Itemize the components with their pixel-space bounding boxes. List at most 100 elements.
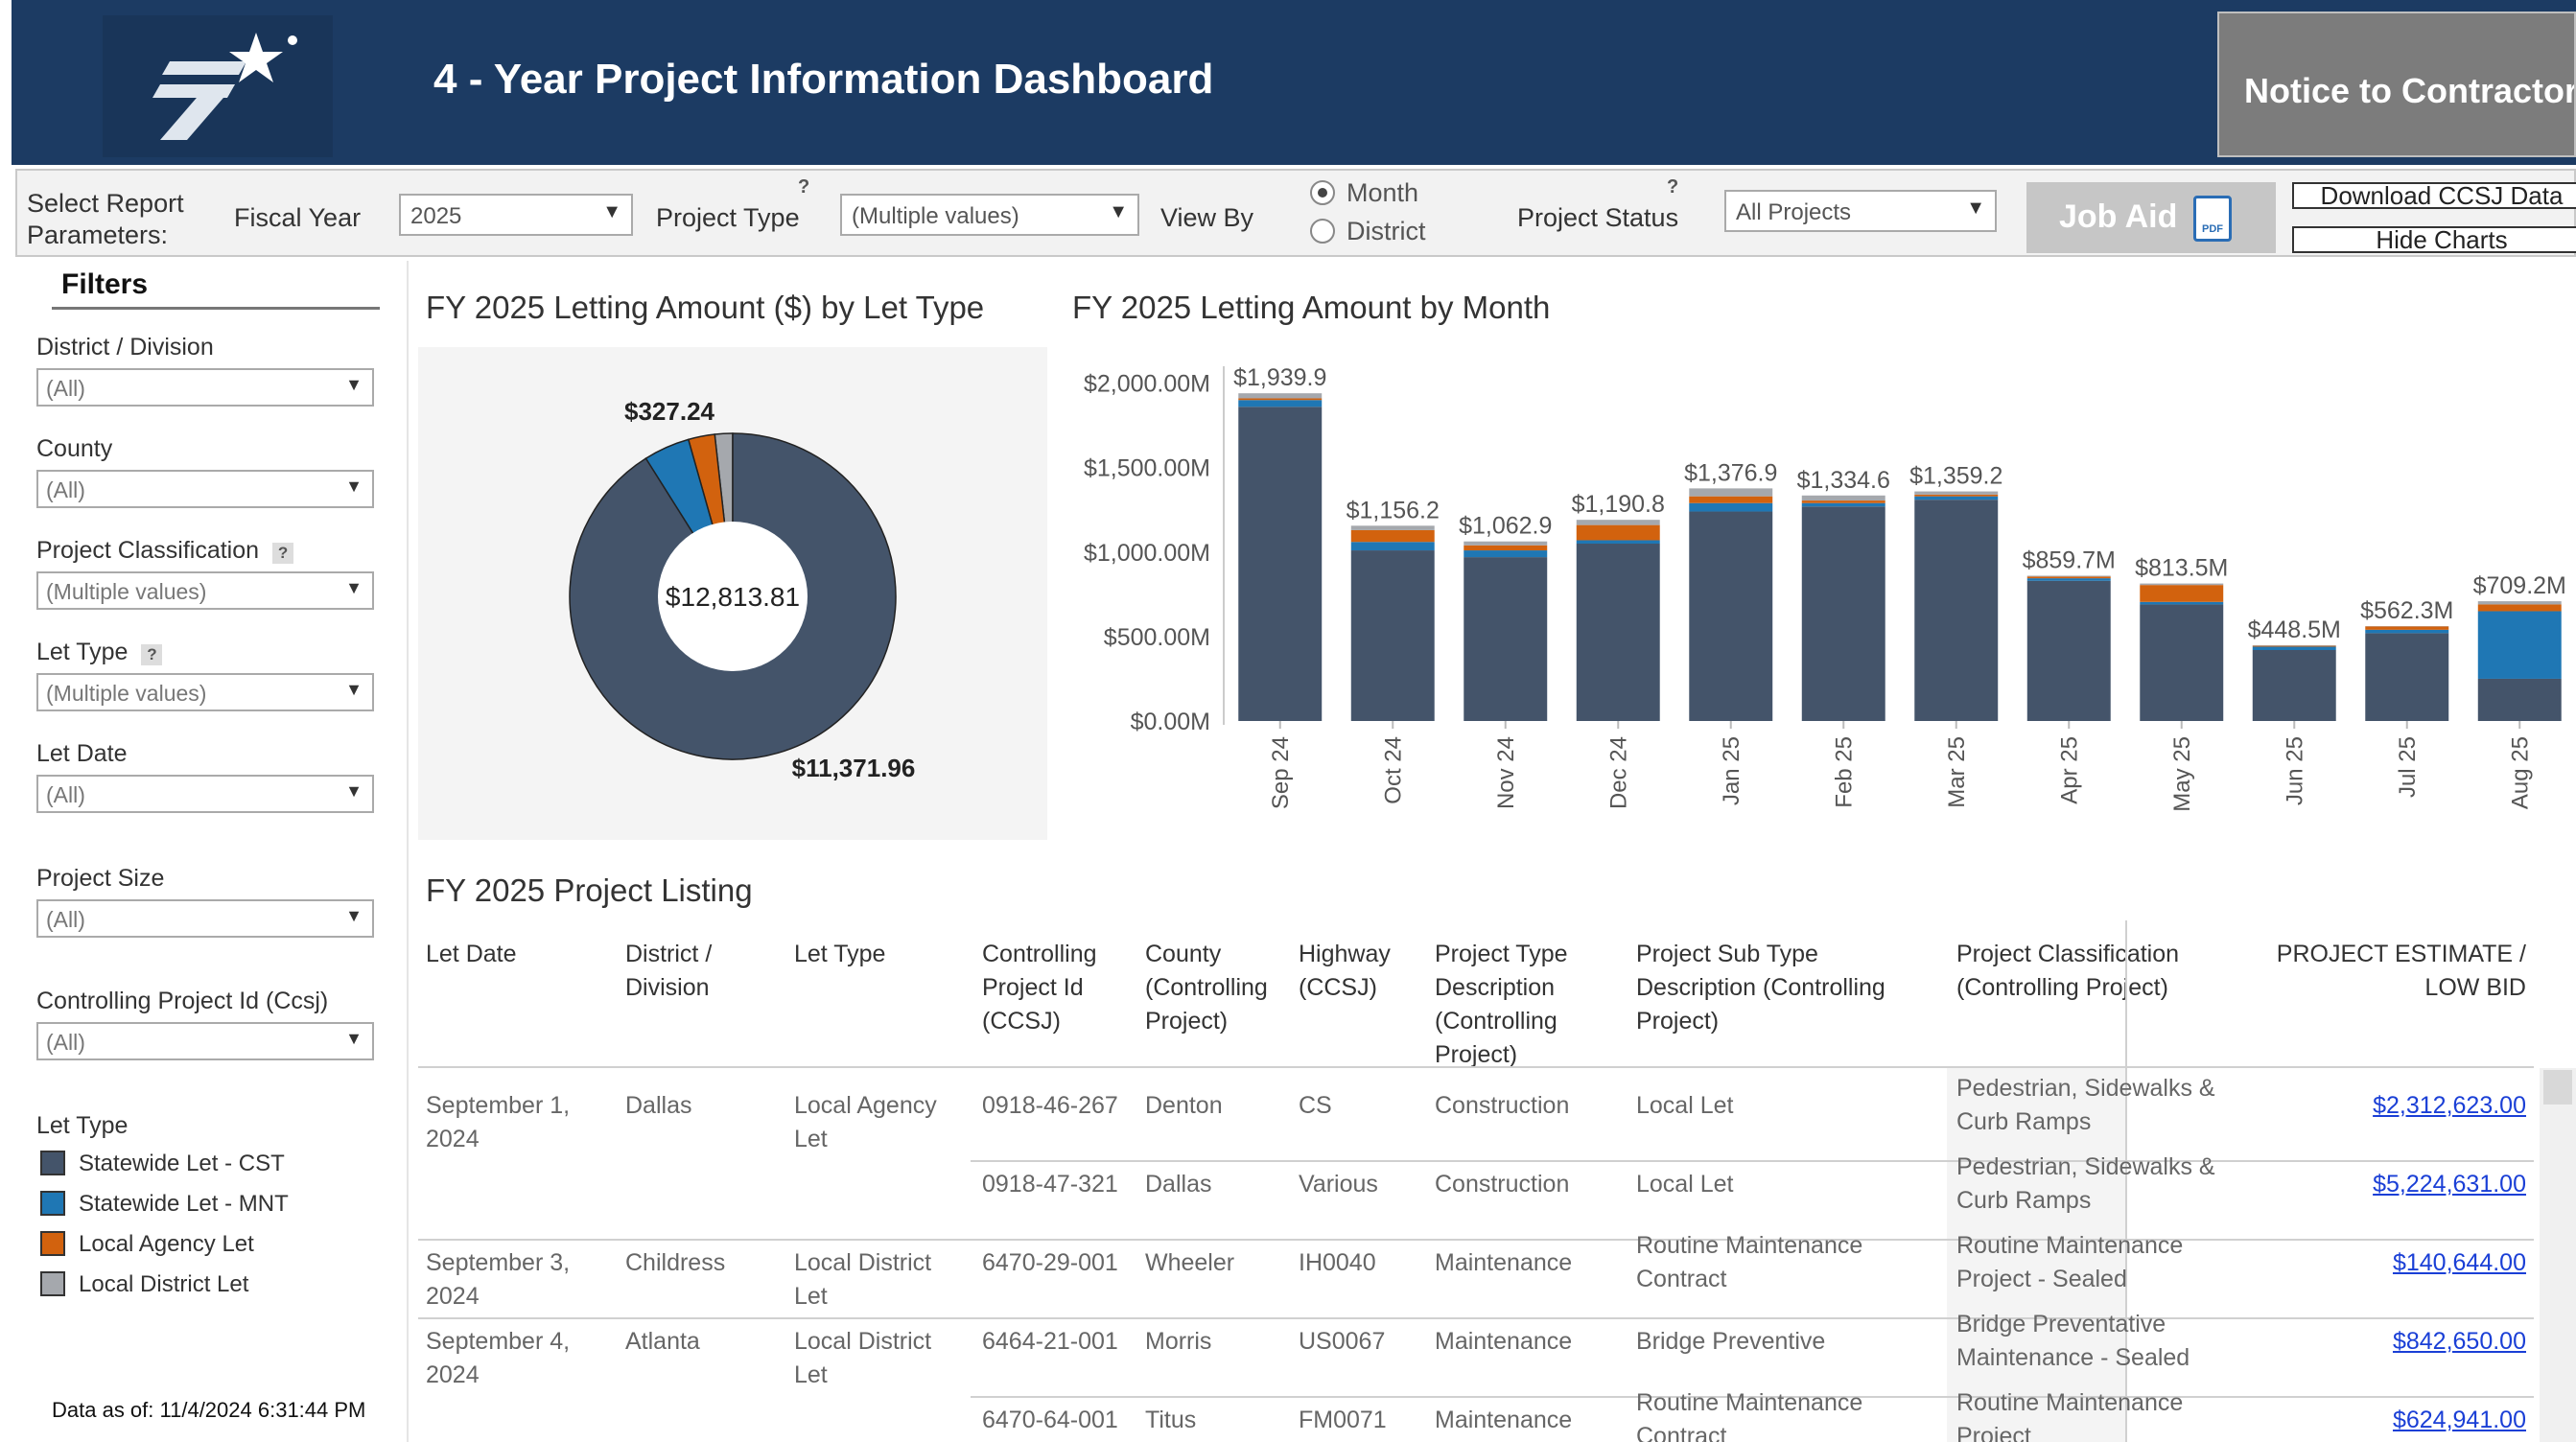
bar-segment[interactable] — [2140, 585, 2224, 602]
bid-amount-link[interactable]: $842,650.00 — [2129, 1325, 2526, 1359]
column-header[interactable]: Let Date — [426, 938, 517, 971]
bar-segment[interactable] — [2252, 646, 2336, 650]
bar-segment[interactable] — [1350, 529, 1435, 543]
district-filter-select[interactable]: (All) ▼ — [36, 368, 374, 407]
view-by-month-label[interactable]: Month — [1347, 178, 1418, 208]
bar-segment[interactable] — [2140, 601, 2224, 605]
bar-segment[interactable] — [1576, 520, 1660, 525]
let-type-donut-chart[interactable]: $12,813.81 $327.24 $11,371.96 — [418, 347, 1047, 840]
column-header[interactable]: Project Sub Type Description (Controlling… — [1636, 938, 1885, 1038]
help-icon[interactable]: ? — [1667, 176, 1678, 198]
bar-segment[interactable] — [2252, 650, 2336, 721]
legend-item-local-district[interactable]: Local District Let — [40, 1271, 248, 1298]
bar-segment[interactable] — [1464, 557, 1548, 721]
hide-charts-button[interactable]: Hide Charts — [2292, 226, 2576, 253]
bar-segment[interactable] — [2477, 678, 2562, 721]
bar-segment[interactable] — [1350, 525, 1435, 530]
bar-segment[interactable] — [1576, 524, 1660, 541]
bid-amount-link[interactable]: $5,224,631.00 — [2129, 1168, 2526, 1201]
column-header[interactable]: Controlling Project Id (CCSJ) — [982, 938, 1097, 1038]
classification-filter-label: Project Classification? — [36, 537, 294, 565]
bid-amount-link[interactable]: $624,941.00 — [2129, 1404, 2526, 1437]
classification-filter-select[interactable]: (Multiple values) ▼ — [36, 571, 374, 610]
bar-segment[interactable] — [1801, 500, 1885, 503]
table-scrollbar[interactable] — [2540, 1068, 2576, 1442]
bar-segment[interactable] — [2140, 604, 2224, 721]
column-header[interactable]: Let Type — [794, 938, 885, 971]
bar-segment[interactable] — [2026, 575, 2111, 577]
bar-svg: $0.00M $500.00M $1,000.00M $1,500.00M $2,000… — [1084, 364, 2566, 812]
bar-segment[interactable] — [1801, 495, 1885, 501]
bar-segment[interactable] — [1689, 502, 1773, 512]
bar-segment[interactable] — [1350, 542, 1435, 551]
view-by-district-label[interactable]: District — [1347, 217, 1426, 246]
bid-amount-link[interactable]: $140,644.00 — [2129, 1246, 2526, 1280]
table-cell: September 4, 2024 — [426, 1328, 571, 1388]
bar-segment[interactable] — [1576, 544, 1660, 721]
ccsj-filter-select[interactable]: (All) ▼ — [36, 1022, 374, 1060]
monthly-letting-bar-chart[interactable]: $0.00M $500.00M $1,000.00M $1,500.00M $2,000… — [1063, 347, 2576, 846]
bar-segment[interactable] — [2140, 583, 2224, 586]
fiscal-year-select[interactable]: 2025 ▼ — [399, 194, 633, 236]
help-icon[interactable]: ? — [141, 644, 163, 665]
bar-segment[interactable] — [1238, 407, 1323, 721]
bar-segment[interactable] — [1350, 550, 1435, 721]
legend-item-statewide-mnt[interactable]: Statewide Let - MNT — [40, 1191, 289, 1218]
notice-to-contractors-button[interactable]: Notice to Contractors — [2217, 12, 2576, 157]
help-icon[interactable]: ? — [272, 543, 294, 564]
bar-segment[interactable] — [2477, 604, 2562, 612]
bar-segment[interactable] — [2026, 576, 2111, 579]
bar-segment[interactable] — [1801, 502, 1885, 507]
let-type-filter-select[interactable]: (Multiple values) ▼ — [36, 673, 374, 711]
bar-segment[interactable] — [1238, 398, 1323, 401]
bar-segment[interactable] — [2026, 580, 2111, 721]
bar-segment[interactable] — [2365, 629, 2449, 634]
legend-item-statewide-cst[interactable]: Statewide Let - CST — [40, 1151, 285, 1177]
view-by-month-radio[interactable] — [1310, 180, 1335, 205]
bar-segment[interactable] — [1689, 496, 1773, 503]
bar-segment[interactable] — [2252, 645, 2336, 647]
bar-segment[interactable] — [1689, 488, 1773, 497]
table-scrollbar-thumb[interactable] — [2543, 1070, 2572, 1105]
help-icon[interactable]: ? — [798, 176, 809, 198]
job-aid-button[interactable]: Job Aid PDF — [2026, 182, 2276, 253]
download-ccsj-data-button[interactable]: Download CCSJ Data — [2292, 182, 2576, 209]
bar-total-label: $859.7M — [2023, 547, 2116, 573]
bar-segment[interactable] — [1914, 496, 1999, 500]
bar-segment[interactable] — [1238, 393, 1323, 399]
bar-segment[interactable] — [1464, 541, 1548, 546]
let-date-filter-select[interactable]: (All) ▼ — [36, 775, 374, 813]
bar-segment[interactable] — [1464, 550, 1548, 558]
project-type-select[interactable]: (Multiple values) ▼ — [840, 194, 1139, 236]
bar-segment[interactable] — [1914, 494, 1999, 497]
bar-segment[interactable] — [1238, 400, 1323, 407]
county-filter-select[interactable]: (All) ▼ — [36, 470, 374, 508]
bar-segment[interactable] — [1576, 540, 1660, 544]
column-header[interactable]: Highway (CCSJ) — [1299, 938, 1391, 1005]
bar-segment[interactable] — [2477, 611, 2562, 679]
legend-label: Local Agency Let — [79, 1231, 254, 1257]
column-header[interactable]: Project Type Description (Controlling Proje… — [1435, 938, 1568, 1072]
legend-item-local-agency[interactable]: Local Agency Let — [40, 1231, 254, 1258]
project-size-filter-select[interactable]: (All) ▼ — [36, 899, 374, 938]
column-header[interactable]: County (Controlling Project) — [1145, 938, 1268, 1038]
bar-segment[interactable] — [1801, 506, 1885, 721]
bar-segment[interactable] — [2252, 644, 2336, 646]
bar-segment[interactable] — [1689, 511, 1773, 721]
bid-amount-link[interactable]: $2,312,623.00 — [2129, 1089, 2526, 1123]
header-bar: 4 - Year Project Information Dashboard — [12, 0, 2576, 165]
column-header[interactable]: PROJECT ESTIMATE / LOW BID — [2129, 938, 2526, 1005]
view-by-district-radio[interactable] — [1310, 219, 1335, 244]
bar-segment[interactable] — [1914, 500, 1999, 721]
bar-segment[interactable] — [2365, 626, 2449, 630]
project-status-select[interactable]: All Projects ▼ — [1724, 190, 1997, 232]
bar-total-label: $1,939.9 — [1233, 364, 1326, 391]
column-header[interactable]: District / Division — [625, 938, 712, 1005]
bar-segment[interactable] — [2026, 578, 2111, 581]
bar-segment[interactable] — [1464, 545, 1548, 551]
bar-segment[interactable] — [2477, 601, 2562, 605]
table-cell: Local Let — [1636, 1171, 1734, 1198]
bar-segment[interactable] — [1914, 491, 1999, 495]
bar-segment[interactable] — [2365, 633, 2449, 721]
x-tick-label: Nov 24 — [1493, 736, 1519, 809]
